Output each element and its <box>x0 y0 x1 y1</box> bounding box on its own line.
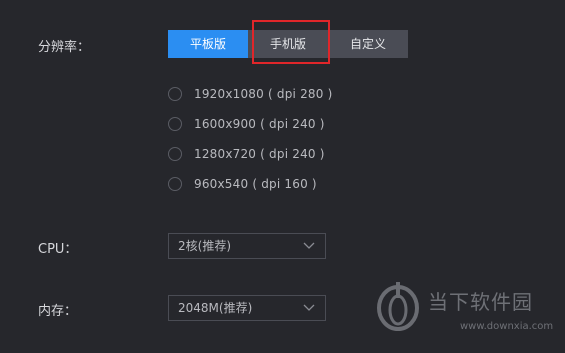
tab-tablet[interactable]: 平板版 <box>168 30 248 58</box>
chevron-down-icon <box>303 304 315 311</box>
resolution-option[interactable]: 1920x1080 ( dpi 280 ) <box>168 79 332 109</box>
resolution-option[interactable]: 1600x900 ( dpi 240 ) <box>168 109 332 139</box>
cpu-select[interactable]: 2核(推荐) <box>168 233 326 259</box>
resolution-option-label: 1920x1080 ( dpi 280 ) <box>194 87 333 101</box>
memory-select[interactable]: 2048M(推荐) <box>168 295 326 321</box>
radio-button[interactable] <box>168 147 182 161</box>
tab-phone[interactable]: 手机版 <box>248 30 328 58</box>
watermark-title: 当下软件园 <box>428 290 533 314</box>
resolution-option-label: 1280x720 ( dpi 240 ) <box>194 147 325 161</box>
cpu-select-value: 2核(推荐) <box>178 239 231 253</box>
tab-custom[interactable]: 自定义 <box>328 30 408 58</box>
resolution-options: 1920x1080 ( dpi 280 ) 1600x900 ( dpi 240… <box>168 79 332 199</box>
downxia-logo-icon <box>377 282 419 331</box>
radio-button[interactable] <box>168 87 182 101</box>
chevron-down-icon <box>303 242 315 249</box>
resolution-option-label: 1600x900 ( dpi 240 ) <box>194 117 325 131</box>
memory-label: 内存： <box>38 304 78 319</box>
radio-button[interactable] <box>168 177 182 191</box>
resolution-option-label: 960x540 ( dpi 160 ) <box>194 177 317 191</box>
resolution-option[interactable]: 960x540 ( dpi 160 ) <box>168 169 332 199</box>
resolution-option[interactable]: 1280x720 ( dpi 240 ) <box>168 139 332 169</box>
resolution-label: 分辨率： <box>38 40 91 55</box>
cpu-label: CPU： <box>38 242 78 257</box>
resolution-tabs: 平板版 手机版 自定义 <box>168 30 408 58</box>
watermark-url: www.downxia.com <box>460 321 554 332</box>
memory-select-value: 2048M(推荐) <box>178 301 253 315</box>
radio-button[interactable] <box>168 117 182 131</box>
